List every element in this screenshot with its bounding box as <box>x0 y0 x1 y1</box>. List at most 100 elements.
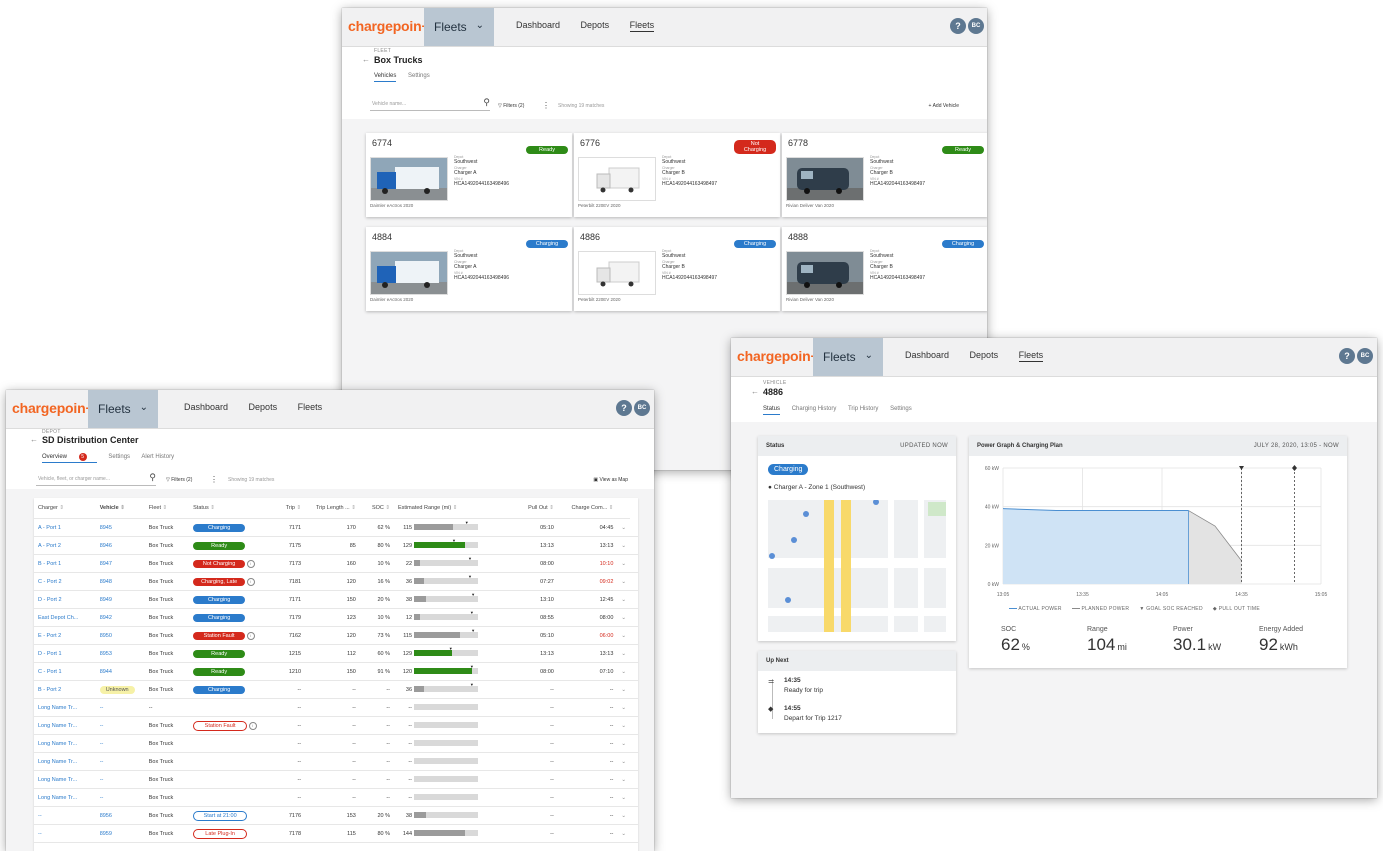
expand-chevron-icon[interactable]: ⌄ <box>617 680 630 699</box>
fleet-selector[interactable]: Fleets ⌄ <box>424 8 494 46</box>
sort-icon[interactable]: ⇕ <box>297 505 302 511</box>
help-icon[interactable]: ? <box>950 18 966 34</box>
table-row[interactable]: East Depot Ch... 8942 Box Truck Charging 717… <box>34 608 638 627</box>
vehicle-cell[interactable]: 8956 <box>95 806 145 825</box>
user-avatar[interactable]: BC <box>968 18 984 34</box>
charger-cell[interactable]: Long Name Tr... <box>34 716 96 735</box>
vehicle-cell[interactable]: 8949 <box>95 590 145 609</box>
tab-alert-history[interactable]: Alert History <box>141 454 174 460</box>
tab-overview[interactable]: Overview 5 <box>42 453 97 463</box>
search-icon[interactable]: ⚲ <box>149 472 156 483</box>
charger-cell[interactable]: Long Name Tr... <box>34 770 96 789</box>
tab-charging-history[interactable]: Charging History <box>792 406 837 412</box>
table-row[interactable]: -- 8959 Box Truck Late Plug-In 7178 115 80 % 14… <box>34 824 638 843</box>
expand-chevron-icon[interactable]: ⌄ <box>617 752 630 771</box>
add-vehicle-button[interactable]: + Add Vehicle <box>929 103 959 109</box>
charger-cell[interactable]: A - Port 1 <box>34 518 96 537</box>
charger-cell[interactable]: B - Port 1 <box>34 554 96 573</box>
vehicle-cell[interactable]: -- <box>95 734 145 753</box>
sort-icon[interactable]: ⇕ <box>549 505 554 511</box>
expand-chevron-icon[interactable]: ⌄ <box>617 806 630 825</box>
vehicle-cell[interactable]: -- <box>95 770 145 789</box>
vehicle-cell[interactable]: -- <box>95 788 145 807</box>
help-icon[interactable]: ? <box>1339 348 1355 364</box>
column-header[interactable]: Pull Out ⇕ <box>507 498 558 519</box>
vehicle-cell[interactable]: 8942 <box>95 608 145 627</box>
charger-cell[interactable]: Long Name Tr... <box>34 698 96 717</box>
tab-settings[interactable]: Settings <box>890 406 912 412</box>
fleet-selector[interactable]: Fleets ⌄ <box>88 390 158 428</box>
charger-cell[interactable]: E - Port 2 <box>34 626 96 645</box>
back-arrow-icon[interactable]: ← <box>30 435 38 444</box>
table-row[interactable]: Long Name Tr... -- Box Truck -- -- -- -- -- -- ⌄ <box>34 788 638 807</box>
table-row[interactable]: Long Name Tr... -- Box Truck -- -- -- -- -- -- ⌄ <box>34 734 638 753</box>
vehicle-cell[interactable]: -- <box>95 716 145 735</box>
charger-cell[interactable]: C - Port 1 <box>34 662 96 681</box>
charger-cell[interactable]: D - Port 2 <box>34 590 96 609</box>
vehicle-card[interactable]: 6778 Ready Rivian Deliver Van 2020 Depot Sou… <box>782 133 987 217</box>
nav-dashboard[interactable]: Dashboard <box>516 20 560 30</box>
expand-chevron-icon[interactable]: ⌄ <box>617 662 630 681</box>
tab-settings[interactable]: Settings <box>408 73 430 79</box>
expand-chevron-icon[interactable]: ⌄ <box>617 644 630 663</box>
user-avatar[interactable]: BC <box>1357 348 1373 364</box>
tab-trip-history[interactable]: Trip History <box>848 406 878 412</box>
user-avatar[interactable]: BC <box>634 400 650 416</box>
vehicle-cell[interactable]: 8948 <box>95 572 145 591</box>
expand-chevron-icon[interactable]: ⌄ <box>617 518 630 537</box>
search-input[interactable]: Vehicle name... <box>372 101 406 107</box>
expand-chevron-icon[interactable]: ⌄ <box>617 590 630 609</box>
vehicle-cell[interactable]: 8946 <box>95 536 145 555</box>
table-row[interactable]: D - Port 1 8953 Box Truck Ready 1215 112 60 % 1… <box>34 644 638 663</box>
tab-settings[interactable]: Settings <box>108 454 130 460</box>
charger-cell[interactable]: D - Port 1 <box>34 644 96 663</box>
table-row[interactable]: D - Port 2 8949 Box Truck Charging 7171 150 20… <box>34 590 638 609</box>
charger-cell[interactable]: Long Name Tr... <box>34 734 96 753</box>
expand-chevron-icon[interactable]: ⌄ <box>617 770 630 789</box>
nav-depots[interactable]: Depots <box>970 350 999 360</box>
expand-chevron-icon[interactable]: ⌄ <box>617 554 630 573</box>
sort-icon[interactable]: ⇕ <box>385 505 390 511</box>
column-header[interactable]: Estimated Range (mi) ⇕ <box>394 498 508 519</box>
vehicle-cell[interactable]: 8953 <box>95 644 145 663</box>
table-row[interactable]: C - Port 2 8948 Box Truck Charging, Late i7… <box>34 572 638 591</box>
vehicle-cell[interactable]: 8950 <box>95 626 145 645</box>
vehicle-cell[interactable]: -- <box>95 752 145 771</box>
info-icon[interactable]: i <box>246 559 255 568</box>
charger-cell[interactable]: Long Name Tr... <box>34 788 96 807</box>
tab-status[interactable]: Status <box>763 406 781 415</box>
vehicle-cell[interactable]: Unknown <box>95 680 145 699</box>
table-row[interactable]: E - Port 2 8950 Box Truck Station Fault i 71… <box>34 626 638 645</box>
nav-dashboard[interactable]: Dashboard <box>905 350 949 360</box>
nav-fleets[interactable]: Fleets <box>298 402 323 412</box>
info-icon[interactable]: i <box>246 577 255 586</box>
vehicle-search[interactable]: Vehicle name... ⚲ <box>370 96 490 111</box>
info-icon[interactable]: i <box>248 721 257 730</box>
help-icon[interactable]: ? <box>616 400 632 416</box>
sort-icon[interactable]: ⇕ <box>609 505 614 511</box>
location-map[interactable] <box>768 500 946 632</box>
table-row[interactable]: A - Port 2 8946 Box Truck Ready 7175 85 80 % 12… <box>34 536 638 555</box>
view-as-map-button[interactable]: ▣ View as Map <box>593 477 628 483</box>
charger-cell[interactable]: -- <box>34 806 96 825</box>
sort-icon[interactable]: ⇕ <box>59 505 64 511</box>
vehicle-cell[interactable]: 8947 <box>95 554 145 573</box>
vehicle-card[interactable]: 4888 Charging Rivian Deliver Van 2020 Depot… <box>782 227 987 311</box>
vehicle-card[interactable]: 4886 Charging Peterbilt 220EV 2020 Depot Sou… <box>574 227 780 311</box>
vehicle-cell[interactable]: -- <box>95 698 145 717</box>
expand-chevron-icon[interactable]: ⌄ <box>617 716 630 735</box>
nav-depots[interactable]: Depots <box>249 402 278 412</box>
charger-cell[interactable]: Long Name Tr... <box>34 752 96 771</box>
table-row[interactable]: B - Port 1 8947 Box Truck Not Charging i 717… <box>34 554 638 573</box>
table-row[interactable]: C - Port 1 8944 Box Truck Ready 1210 150 91 % 1… <box>34 662 638 681</box>
sort-icon[interactable]: ⇕ <box>210 505 215 511</box>
nav-fleets[interactable]: Fleets <box>1018 350 1044 362</box>
charger-cell[interactable]: A - Port 2 <box>34 536 96 555</box>
back-arrow-icon[interactable]: ← <box>751 387 759 396</box>
fleet-selector[interactable]: Fleets ⌄ <box>813 338 883 376</box>
more-options-icon[interactable]: ⋮ <box>542 101 550 110</box>
charger-cell[interactable]: B - Port 2 <box>34 680 96 699</box>
column-header[interactable]: Status ⇕ <box>189 498 268 519</box>
charger-cell[interactable]: East Depot Ch... <box>34 608 96 627</box>
vehicle-cell[interactable]: 8945 <box>95 518 145 537</box>
